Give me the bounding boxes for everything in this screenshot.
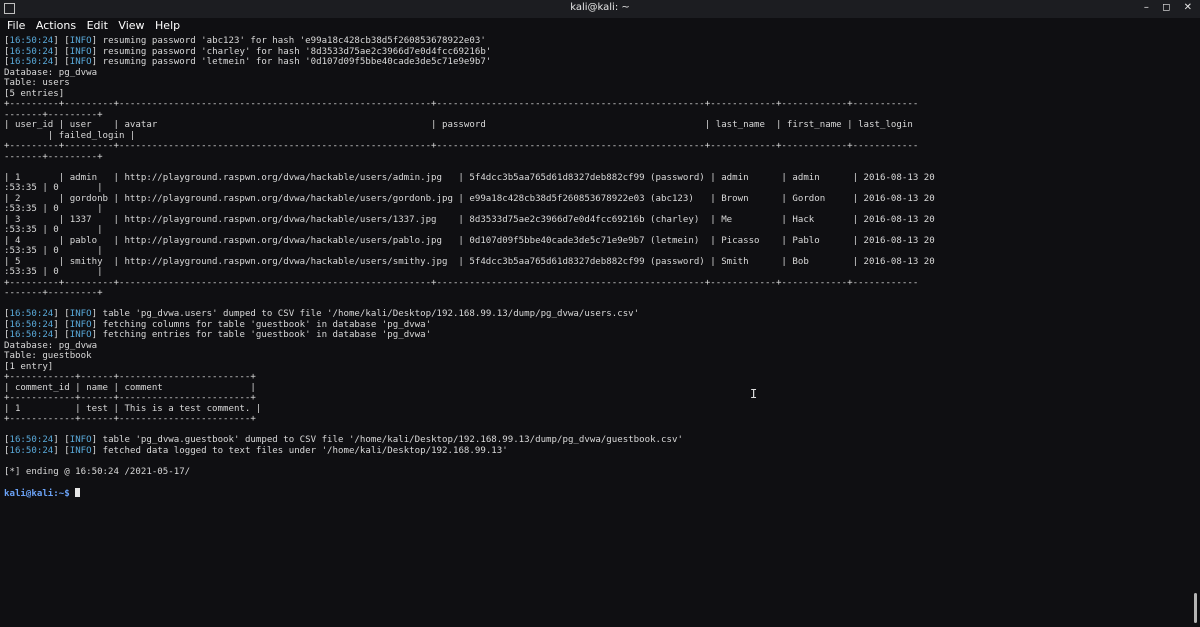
terminal-line: +------------+------+-------------------… [4,414,256,424]
terminal-line: [16:50:24] [INFO] fetching entries for t… [4,330,432,340]
menu-help[interactable]: Help [148,18,180,32]
window-title: kali@kali: ~ [570,2,630,13]
terminal-line: | 3 | 1337 | http://playground.raspwn.or… [4,214,935,225]
terminal-output[interactable]: [16:50:24] [INFO] resuming password 'abc… [4,36,1186,627]
menu-actions[interactable]: Actions [29,18,76,32]
terminal-line: -------+---------+ [4,288,103,298]
terminal-line: :53:35 | 0 | [4,225,103,235]
close-icon[interactable]: ✕ [1184,2,1192,13]
terminal-line: +---------+---------+-------------------… [4,141,919,151]
terminal-line: | user_id | user | avatar | password | l… [4,120,913,130]
prompt-user: kali@kali [4,488,54,499]
terminal-line: :53:35 | 0 | [4,267,103,277]
terminal-line: | 5 | smithy | http://playground.raspwn.… [4,256,935,267]
text-cursor-icon: I [750,387,758,401]
terminal-line: +------------+------+-------------------… [4,372,256,382]
terminal-line: [16:50:24] [INFO] fetched data logged to… [4,445,508,456]
terminal-line: [16:50:24] [INFO] resuming password 'cha… [4,46,492,57]
minimize-icon[interactable]: – [1144,2,1149,13]
terminal-line: Table: guestbook [4,351,92,361]
terminal-line: +------------+------+-------------------… [4,393,256,403]
prompt-suffix: :~$ [53,488,76,499]
terminal-line: [16:50:24] [INFO] table 'pg_dvwa.guestbo… [4,435,683,445]
terminal-line: Table: users [4,78,70,88]
terminal-line: +---------+---------+-------------------… [4,99,919,109]
terminal-line: [5 entries] [4,88,65,99]
terminal-line: [16:50:24] [INFO] resuming password 'abc… [4,36,486,46]
terminal-line: [1 entry] [4,361,54,372]
terminal-line: :53:35 | 0 | [4,246,103,256]
terminal-line: :53:35 | 0 | [4,204,103,214]
terminal-line: | 4 | pablo | http://playground.raspwn.o… [4,235,935,246]
terminal-line: :53:35 | 0 | [4,183,103,193]
terminal-line: [16:50:24] [INFO] fetching columns for t… [4,319,432,330]
terminal-line: | comment_id | name | comment | [4,382,256,393]
terminal-line: | failed_login | [4,130,136,141]
terminal-line: | 1 | admin | http://playground.raspwn.o… [4,172,935,183]
terminal-line: | 2 | gordonb | http://playground.raspwn… [4,193,935,204]
maximize-icon[interactable]: ◻ [1162,2,1170,13]
terminal-line: [16:50:24] [INFO] table 'pg_dvwa.users' … [4,309,640,319]
terminal-line: +---------+---------+-------------------… [4,277,919,288]
scrollbar[interactable] [1194,593,1197,623]
terminal-line: Database: pg_dvwa [4,67,98,78]
terminal-line: -------+---------+ [4,109,103,120]
menu-edit[interactable]: Edit [80,18,108,32]
window-controls: – ◻ ✕ [1134,2,1192,13]
terminal-line: Database: pg_dvwa [4,340,98,351]
terminal-line: -------+---------+ [4,151,103,162]
terminal-line: [*] ending @ 16:50:24 /2021-05-17/ [4,466,191,477]
terminal-line: [16:50:24] [INFO] resuming password 'let… [4,57,492,67]
menu-view[interactable]: View [111,18,144,32]
window-titlebar: kali@kali: ~ – ◻ ✕ [0,0,1200,18]
terminal-cursor [75,487,81,497]
menu-bar: File Actions Edit View Help [0,18,1200,35]
menu-file[interactable]: File [0,18,25,32]
terminal-line: | 1 | test | This is a test comment. | [4,403,262,414]
shell-prompt[interactable]: kali@kali:~$ [4,487,1186,500]
